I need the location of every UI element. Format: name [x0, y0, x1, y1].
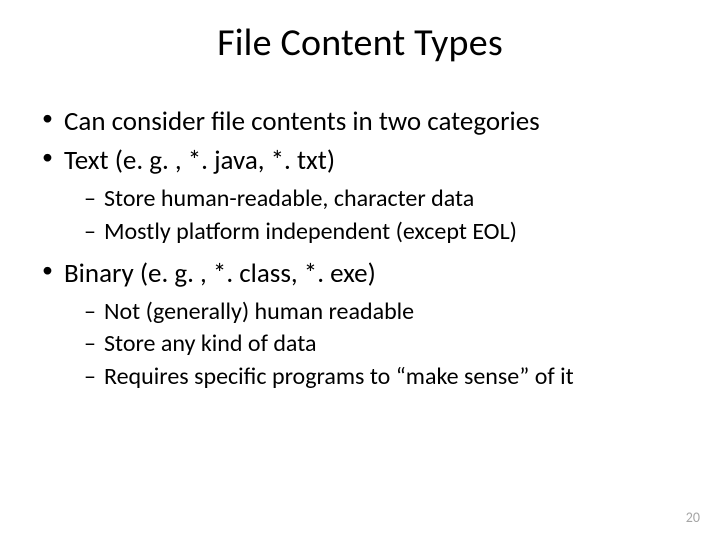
page-number: 20 — [686, 509, 700, 526]
sub-bullet-item: Mostly platform independent (except EOL) — [84, 217, 680, 248]
sub-bullet-text: Requires specific programs to “make sens… — [104, 362, 574, 391]
sub-bullet-list: Store human-readable, character data Mos… — [84, 184, 680, 247]
sub-bullet-list: Not (generally) human readable Store any… — [84, 297, 680, 393]
sub-bullet-text: Mostly platform independent (except EOL) — [104, 217, 517, 246]
bullet-text: Can consider file contents in two catego… — [64, 105, 540, 138]
bullet-text: Binary (e. g. , *. class, *. exe) — [64, 257, 376, 290]
sub-bullet-item: Not (generally) human readable — [84, 297, 680, 328]
sub-bullet-item: Store any kind of data — [84, 329, 680, 360]
sub-bullet-text: Not (generally) human readable — [104, 297, 414, 326]
sub-bullet-text: Store any kind of data — [104, 329, 316, 358]
sub-bullet-item: Store human-readable, character data — [84, 184, 680, 215]
sub-bullet-item: Requires specific programs to “make sens… — [84, 362, 680, 393]
bullet-list: Can consider file contents in two catego… — [40, 104, 680, 393]
slide: File Content Types Can consider file con… — [0, 0, 720, 540]
bullet-item: Can consider file contents in two catego… — [40, 104, 680, 139]
slide-title: File Content Types — [0, 20, 720, 66]
sub-bullet-text: Store human-readable, character data — [104, 184, 474, 213]
bullet-item: Text (e. g. , *. java, *. txt) Store hum… — [40, 143, 680, 248]
bullet-item: Binary (e. g. , *. class, *. exe) Not (g… — [40, 256, 680, 393]
slide-content: Can consider file contents in two catego… — [0, 104, 720, 393]
bullet-text: Text (e. g. , *. java, *. txt) — [64, 144, 335, 177]
